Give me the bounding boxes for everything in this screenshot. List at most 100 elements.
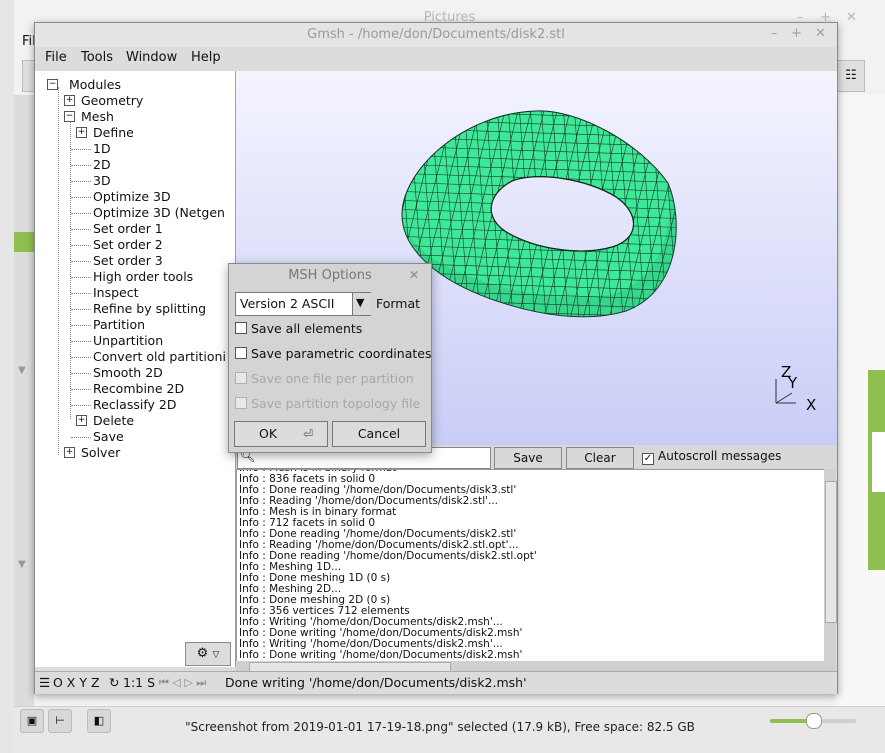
- tree-connector: [71, 181, 91, 182]
- zoom-slider-handle[interactable]: [806, 713, 822, 729]
- tree-connector: [71, 165, 91, 166]
- tree-connector: [71, 437, 91, 438]
- chevron-down-icon: ▽: [212, 650, 220, 660]
- option-save-all-elements[interactable]: Save all elements: [235, 321, 362, 336]
- ok-button[interactable]: OK ⏎: [234, 421, 328, 447]
- format-value: Version 2 ASCII: [240, 296, 335, 311]
- tree-label: Define: [93, 125, 134, 140]
- log-line: Info : Done writing '/home/don/Documents…: [239, 649, 523, 661]
- module-tree: − Modules + Geometry − Mesh + Define 1D 2D 3…: [35, 71, 236, 667]
- tree-label: Refine by splitting: [93, 301, 207, 316]
- cancel-button[interactable]: Cancel: [332, 421, 426, 447]
- menu-bar: File Tools Window Help: [35, 47, 837, 72]
- tree-line: [58, 87, 59, 455]
- gmsh-title: Gmsh - /home/don/Documents/disk2.stl: [35, 23, 837, 47]
- sidebar-strip: [14, 95, 34, 707]
- expand-icon[interactable]: +: [64, 95, 75, 106]
- tree-label: High order tools: [93, 269, 194, 284]
- save-messages-button[interactable]: Save: [494, 447, 562, 469]
- folder-icon[interactable]: ▣: [20, 709, 44, 733]
- expand-icon[interactable]: +: [76, 415, 87, 426]
- tree-connector: [71, 293, 91, 294]
- tree-label: Set order 1: [93, 221, 163, 236]
- preview-glyph: [872, 432, 885, 492]
- collapse-icon[interactable]: −: [47, 79, 58, 90]
- arrow-down-icon: ▼: [18, 365, 26, 376]
- option-one-file-per-partition: Save one file per partition: [235, 371, 414, 386]
- tree-label: 2D: [93, 157, 111, 172]
- autoscroll-label: Autoscroll messages: [658, 449, 782, 463]
- maximize-icon[interactable]: +: [791, 26, 802, 41]
- tree-view-icon[interactable]: ⊢: [48, 709, 72, 733]
- autoscroll-toggle[interactable]: ✓ Autoscroll messages: [642, 449, 781, 465]
- tree-connector: [71, 309, 91, 310]
- menu-tools[interactable]: Tools: [81, 50, 113, 65]
- chevron-down-icon: ▼: [356, 296, 365, 309]
- message-log[interactable]: Info : Mesh is in binary formatInfo : 83…: [236, 469, 826, 663]
- tree-connector: [71, 373, 91, 374]
- tree-line: [70, 119, 71, 419]
- checkbox: [235, 372, 247, 384]
- settings-menu-button[interactable]: ⚙ ▽: [185, 642, 231, 666]
- dropdown-arrow-icon[interactable]: ▼: [352, 293, 371, 315]
- menu-file[interactable]: File: [45, 50, 67, 65]
- selection-status: "Screenshot from 2019-01-01 17-19-18.png…: [185, 720, 695, 734]
- status-message: Done writing '/home/don/Documents/disk2.…: [225, 675, 527, 690]
- tree-label: Mesh: [81, 109, 114, 124]
- checkbox[interactable]: [235, 322, 247, 334]
- clear-messages-button[interactable]: Clear: [566, 447, 634, 469]
- tree-label: 3D: [93, 173, 111, 188]
- format-label: Format: [376, 296, 421, 311]
- expand-icon[interactable]: +: [76, 127, 87, 138]
- option-save-parametric[interactable]: Save parametric coordinates: [235, 346, 431, 361]
- close-icon[interactable]: ✕: [409, 268, 419, 282]
- axis-x-label: X: [806, 396, 816, 414]
- menu-window[interactable]: Window: [126, 50, 177, 65]
- scale-button[interactable]: 1:1 S: [123, 672, 155, 694]
- tree-label: Save: [93, 429, 124, 444]
- close-icon[interactable]: ✕: [815, 26, 826, 41]
- tree-label: Reclassify 2D: [93, 397, 177, 412]
- log-scroll-thumb[interactable]: [825, 481, 837, 623]
- option-label: Save partition topology file: [251, 396, 421, 411]
- tree-connector: [71, 245, 91, 246]
- tree-connector: [71, 213, 91, 214]
- tree-label: Modules: [69, 77, 121, 92]
- tree-label: Delete: [93, 413, 135, 428]
- autoscroll-checkbox[interactable]: ✓: [642, 453, 654, 465]
- menu-toggle-icon[interactable]: ☰: [39, 672, 50, 694]
- tree-connector: [71, 149, 91, 150]
- tree-label: Optimize 3D (Netgen: [93, 205, 225, 220]
- playback-controls-icon[interactable]: ⏮ ◁ ▷ ⏭: [159, 672, 206, 694]
- tree-label: Geometry: [81, 93, 144, 108]
- gmsh-window: Gmsh - /home/don/Documents/disk2.stl – +…: [34, 22, 838, 694]
- option-label: Save all elements: [251, 321, 363, 336]
- msh-options-dialog: MSH Options ✕ Version 2 ASCII ▼ Format S…: [228, 263, 432, 453]
- tree-label: Inspect: [93, 285, 139, 300]
- image-preview-fragment: [868, 370, 885, 570]
- tree-label: Set order 2: [93, 237, 163, 252]
- expand-icon[interactable]: +: [64, 447, 75, 458]
- tree-connector: [71, 341, 91, 342]
- option-partition-topology: Save partition topology file: [235, 396, 420, 411]
- checkbox[interactable]: [235, 347, 247, 359]
- menu-help[interactable]: Help: [191, 50, 221, 65]
- rotate-icon[interactable]: ↻: [109, 672, 119, 694]
- enter-key-icon: ⏎: [303, 427, 314, 441]
- tree-connector: [71, 261, 91, 262]
- collapse-icon[interactable]: −: [64, 111, 75, 122]
- tree-label: Smooth 2D: [93, 365, 163, 380]
- tree-connector: [71, 229, 91, 230]
- selected-marker: [14, 232, 34, 252]
- axis-y-label: Y: [787, 374, 798, 392]
- status-bar: ☰ O X Y Z ↻ 1:1 S ⏮ ◁ ▷ ⏭ Done writing '…: [35, 671, 837, 694]
- grid-view-icon[interactable]: ☷: [837, 60, 865, 92]
- tree-label: Solver: [81, 445, 121, 460]
- minimize-icon[interactable]: –: [771, 26, 778, 41]
- view-axis-buttons[interactable]: O X Y Z: [53, 672, 100, 694]
- tree-connector: [71, 405, 91, 406]
- format-select[interactable]: Version 2 ASCII ▼: [235, 292, 371, 316]
- sidebar-toggle-icon[interactable]: ◧: [87, 709, 111, 733]
- tree-label: Optimize 3D: [93, 189, 171, 204]
- close-icon[interactable]: ✕: [846, 10, 857, 25]
